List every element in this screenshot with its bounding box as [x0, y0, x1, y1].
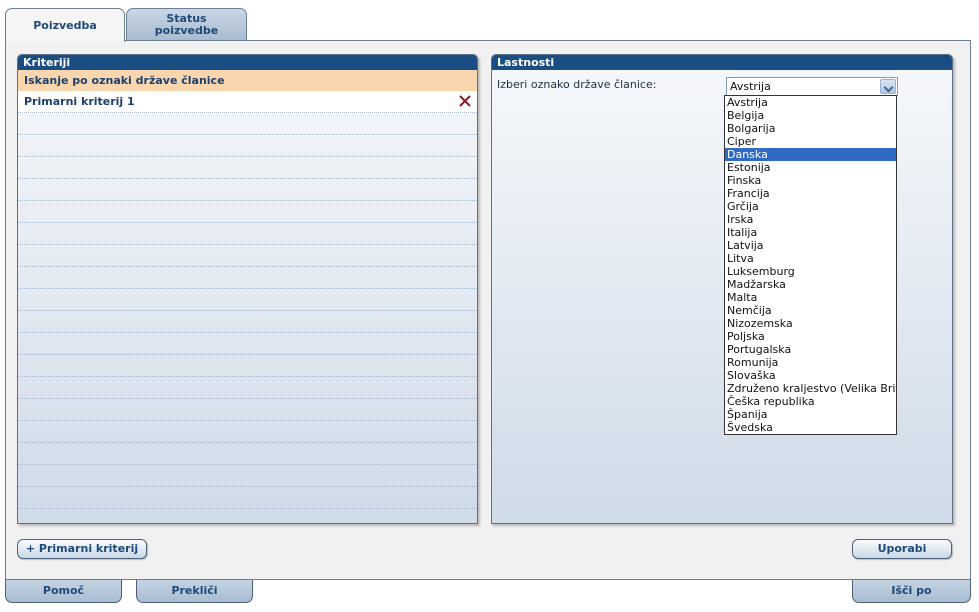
empty-row — [18, 355, 477, 377]
dropdown-option[interactable]: Irska — [725, 213, 896, 226]
dropdown-option[interactable]: Estonija — [725, 161, 896, 174]
criteria-panel-title: Kriteriji — [18, 55, 477, 70]
criteria-row[interactable]: Primarni kriterij 1 — [18, 91, 477, 113]
empty-row — [18, 443, 477, 465]
empty-row — [18, 377, 477, 399]
empty-row — [18, 113, 477, 135]
help-button[interactable]: Pomoč — [5, 580, 122, 603]
empty-row — [18, 333, 477, 355]
dropdown-option[interactable]: Češka republika — [725, 395, 896, 408]
empty-row — [18, 135, 477, 157]
dropdown-option[interactable]: Malta — [725, 291, 896, 304]
empty-row — [18, 399, 477, 421]
dropdown-option[interactable]: Danska — [725, 148, 896, 161]
dropdown-option[interactable]: Portugalska — [725, 343, 896, 356]
empty-row — [18, 421, 477, 443]
dropdown-option[interactable]: Avstrija — [725, 96, 896, 109]
dropdown-option[interactable]: Litva — [725, 252, 896, 265]
search-by-button[interactable]: Išči po — [852, 580, 971, 603]
cancel-button[interactable]: Prekliči — [136, 580, 253, 603]
dropdown-option[interactable]: Poljska — [725, 330, 896, 343]
empty-row — [18, 267, 477, 289]
dropdown-option[interactable]: Romunija — [725, 356, 896, 369]
dropdown-option[interactable]: Francija — [725, 187, 896, 200]
apply-button[interactable]: Uporabi — [852, 539, 952, 559]
criteria-header-row: Iskanje po oznaki države članice — [18, 70, 477, 91]
dropdown-option[interactable]: Belgija — [725, 109, 896, 122]
empty-row — [18, 311, 477, 333]
dropdown-option[interactable]: Združeno kraljestvo (Velika Britanija) — [725, 382, 896, 395]
empty-row — [18, 509, 477, 523]
close-icon[interactable] — [458, 94, 472, 108]
empty-row — [18, 487, 477, 509]
dropdown-option[interactable]: Nemčija — [725, 304, 896, 317]
empty-row — [18, 465, 477, 487]
dropdown-option[interactable]: Ciper — [725, 135, 896, 148]
tab-status-poizvedbe[interactable]: Status poizvedbe — [126, 8, 247, 41]
country-dropdown-list[interactable]: Avstrija Belgija Bolgarija Ciper Danska Eston… — [724, 95, 897, 435]
empty-row — [18, 179, 477, 201]
tab-poizvedba[interactable]: Poizvedba — [5, 8, 125, 42]
tab-poizvedba-label: Poizvedba — [33, 18, 97, 32]
dropdown-option[interactable]: Luksemburg — [725, 265, 896, 278]
criteria-row-label: Primarni kriterij 1 — [24, 95, 135, 108]
dropdown-option[interactable]: Latvija — [725, 239, 896, 252]
criteria-empty-rows — [18, 113, 477, 523]
chevron-down-icon[interactable] — [880, 79, 896, 94]
country-code-label: Izberi oznako države članice: — [497, 78, 657, 91]
dropdown-option[interactable]: Italija — [725, 226, 896, 239]
country-select[interactable]: Avstrija — [726, 77, 898, 96]
dropdown-option[interactable]: Grčija — [725, 200, 896, 213]
add-primary-criteria-button[interactable]: + Primarni kriterij — [17, 539, 147, 559]
dropdown-option[interactable]: Nizozemska — [725, 317, 896, 330]
properties-panel-title: Lastnosti — [492, 55, 952, 70]
dropdown-option[interactable]: Španija — [725, 408, 896, 421]
dropdown-option[interactable]: Finska — [725, 174, 896, 187]
dropdown-option[interactable]: Madžarska — [725, 278, 896, 291]
empty-row — [18, 157, 477, 179]
dropdown-option[interactable]: Bolgarija — [725, 122, 896, 135]
dropdown-option[interactable]: Švedska — [725, 421, 896, 434]
empty-row — [18, 223, 477, 245]
country-select-value: Avstrija — [730, 80, 771, 93]
criteria-panel: Kriteriji Iskanje po oznaki države člani… — [17, 54, 478, 524]
empty-row — [18, 245, 477, 267]
tab-status-label: Status poizvedbe — [154, 12, 219, 37]
empty-row — [18, 201, 477, 223]
empty-row — [18, 289, 477, 311]
dropdown-option[interactable]: Slovaška — [725, 369, 896, 382]
